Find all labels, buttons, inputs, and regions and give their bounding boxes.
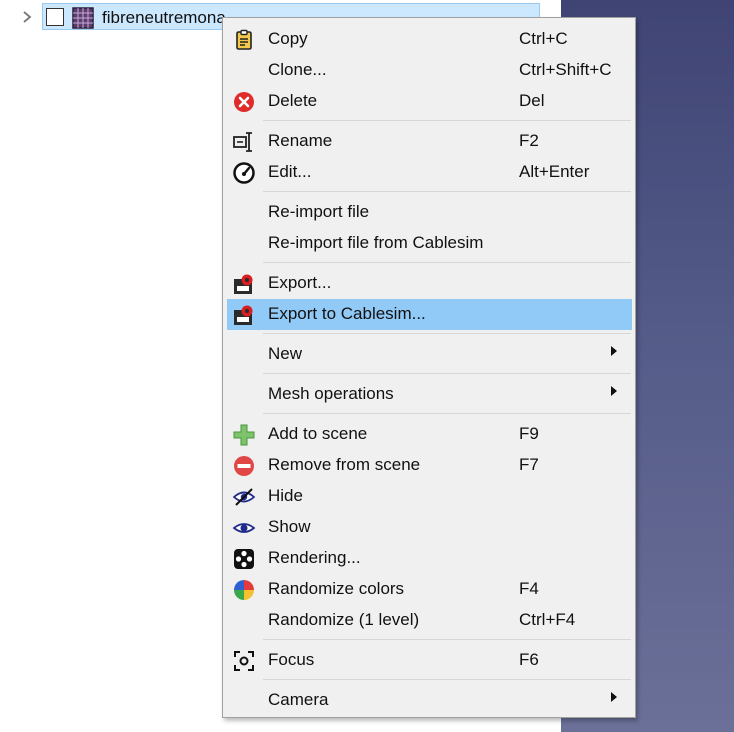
menu-item-randomize-1-level[interactable]: Randomize (1 level) Ctrl+F4 [227, 605, 632, 636]
visibility-checkbox[interactable] [46, 8, 64, 26]
menu-item-label: Add to scene [268, 424, 368, 443]
menu-item-reimport-file[interactable]: Re-import file [227, 197, 632, 228]
chevron-right-icon[interactable] [20, 9, 34, 25]
menu-item-shortcut: Ctrl+F4 [519, 610, 576, 629]
menu-item-label: New [268, 344, 303, 363]
menu-item-shortcut: F9 [519, 424, 539, 443]
submenu-arrow-icon [611, 692, 617, 702]
menu-item-edit[interactable]: Edit... Alt+Enter [227, 157, 632, 188]
mesh-grid-icon [72, 7, 94, 29]
menu-item-add-to-scene[interactable]: Add to scene F9 [227, 419, 632, 450]
menu-item-label: Randomize (1 level) [268, 610, 420, 629]
hide-eye-icon [232, 486, 256, 508]
menu-item-label: Copy [268, 29, 308, 48]
menu-item-label: Show [268, 517, 311, 536]
show-eye-icon [232, 517, 256, 539]
menu-item-shortcut: F6 [519, 650, 539, 669]
menu-item-show[interactable]: Show [227, 512, 632, 543]
menu-item-shortcut: F4 [519, 579, 539, 598]
menu-item-label: Clone... [268, 60, 327, 79]
rename-icon [233, 131, 255, 153]
menu-item-clone[interactable]: Clone... Ctrl+Shift+C [227, 55, 632, 86]
submenu-arrow-icon [611, 386, 617, 396]
menu-separator [263, 120, 631, 121]
edit-gauge-icon [233, 162, 255, 184]
context-menu: Copy Ctrl+C Clone... Ctrl+Shift+C Delete… [222, 17, 636, 718]
copy-icon [233, 29, 255, 51]
menu-separator [263, 679, 631, 680]
menu-item-new[interactable]: New [227, 339, 632, 370]
export-icon [233, 273, 255, 295]
menu-item-label: Export to Cablesim... [268, 304, 426, 323]
tree-item-label[interactable]: fibreneutremona [102, 8, 226, 28]
menu-item-remove-from-scene[interactable]: Remove from scene F7 [227, 450, 632, 481]
menu-item-label: Rename [268, 131, 333, 150]
menu-item-label: Re-import file from Cablesim [268, 233, 484, 252]
menu-item-copy[interactable]: Copy Ctrl+C [227, 24, 632, 55]
menu-item-delete[interactable]: Delete Del [227, 86, 632, 117]
menu-item-label: Hide [268, 486, 303, 505]
menu-item-rename[interactable]: Rename F2 [227, 126, 632, 157]
menu-item-label: Remove from scene [268, 455, 421, 474]
menu-item-shortcut: F7 [519, 455, 539, 474]
menu-item-mesh-operations[interactable]: Mesh operations [227, 379, 632, 410]
add-icon [233, 424, 255, 446]
menu-item-shortcut: Del [519, 91, 545, 110]
menu-item-reimport-from-cablesim[interactable]: Re-import file from Cablesim [227, 228, 632, 259]
menu-separator [263, 333, 631, 334]
menu-item-shortcut: F2 [519, 131, 539, 150]
delete-icon [233, 91, 255, 113]
menu-item-export-to-cablesim[interactable]: Export to Cablesim... [227, 299, 632, 330]
menu-item-label: Rendering... [268, 548, 361, 567]
menu-separator [263, 639, 631, 640]
menu-item-focus[interactable]: Focus F6 [227, 645, 632, 676]
export-icon [233, 304, 255, 326]
menu-separator [263, 191, 631, 192]
menu-item-hide[interactable]: Hide [227, 481, 632, 512]
menu-item-label: Re-import file [268, 202, 370, 221]
menu-item-label: Mesh operations [268, 384, 394, 403]
menu-item-label: Edit... [268, 162, 312, 181]
menu-item-shortcut: Ctrl+C [519, 29, 568, 48]
menu-item-shortcut: Alt+Enter [519, 162, 590, 181]
menu-item-label: Export... [268, 273, 332, 292]
menu-item-randomize-colors[interactable]: Randomize colors F4 [227, 574, 632, 605]
menu-separator [263, 262, 631, 263]
menu-item-label: Delete [268, 91, 318, 110]
menu-separator [263, 413, 631, 414]
remove-icon [233, 455, 255, 477]
submenu-arrow-icon [611, 346, 617, 356]
menu-item-export[interactable]: Export... [227, 268, 632, 299]
focus-icon [233, 650, 255, 672]
menu-item-label: Randomize colors [268, 579, 405, 598]
menu-item-label: Focus [268, 650, 315, 669]
menu-item-rendering[interactable]: Rendering... [227, 543, 632, 574]
randomize-colors-icon [233, 579, 255, 601]
menu-item-label: Camera [268, 690, 329, 709]
menu-separator [263, 373, 631, 374]
menu-item-shortcut: Ctrl+Shift+C [519, 60, 612, 79]
rendering-icon [233, 548, 255, 570]
menu-item-camera[interactable]: Camera [227, 685, 632, 716]
